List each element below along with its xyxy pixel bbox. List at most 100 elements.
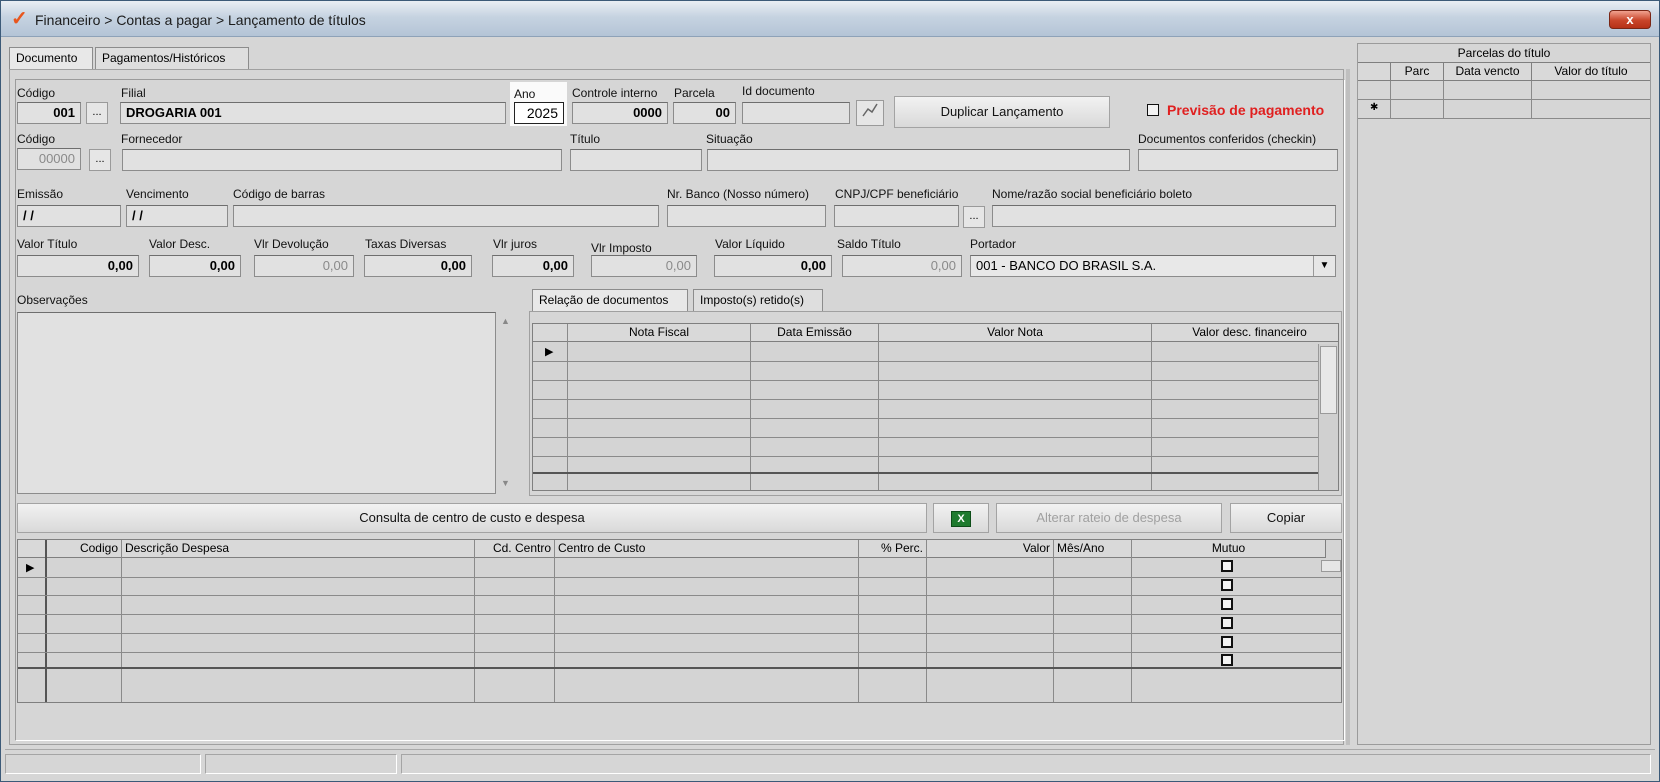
col-valor[interactable]: Valor	[927, 540, 1054, 558]
vlr-juros-field[interactable]: 0,00	[492, 255, 574, 277]
parcelas-title: Parcelas do título	[1358, 44, 1650, 63]
panel-scrollbar[interactable]	[1346, 69, 1350, 745]
tab-documento[interactable]: Documento	[9, 47, 93, 69]
mutuo-checkbox[interactable]	[1221, 636, 1233, 648]
row-pointer-icon: ▶	[545, 346, 554, 358]
vlr-devolucao-field[interactable]: 0,00	[254, 255, 354, 277]
parcela-field[interactable]: 00	[673, 102, 736, 124]
codigo-barras-field[interactable]	[233, 205, 659, 227]
filial-field[interactable]: DROGARIA 001	[120, 102, 506, 124]
documentos-grid: Nota Fiscal Data Emissão Valor Nota Valo…	[532, 323, 1339, 491]
col-valor-nota[interactable]: Valor Nota	[879, 324, 1152, 342]
beneficiario-lookup-button[interactable]: ...	[963, 206, 985, 228]
codigo-filial-label: Código	[17, 86, 56, 100]
taxas-diversas-field[interactable]: 0,00	[364, 255, 472, 277]
nome-beneficiario-label: Nome/razão social beneficiário boleto	[992, 187, 1193, 201]
main-window: ✓ Financeiro > Contas a pagar > Lançamen…	[0, 0, 1660, 782]
fornecedor-lookup-button[interactable]: ...	[89, 149, 111, 171]
status-segment	[5, 754, 201, 774]
duplicar-lancamento-button[interactable]: Duplicar Lançamento	[894, 96, 1110, 128]
parcelas-rows: ✱	[1358, 81, 1650, 119]
saldo-titulo-label: Saldo Título	[837, 237, 901, 251]
scroll-up-icon[interactable]: ▲	[501, 316, 510, 326]
controle-interno-field[interactable]: 0000	[572, 102, 668, 124]
valor-titulo-field[interactable]: 0,00	[17, 255, 139, 277]
fornecedor-field[interactable]	[122, 149, 562, 171]
col-valor-desc-financeiro[interactable]: Valor desc. financeiro	[1152, 324, 1338, 342]
status-segment	[205, 754, 397, 774]
mutuo-checkbox[interactable]	[1221, 560, 1233, 572]
portador-select[interactable]: 001 - BANCO DO BRASIL S.A.	[970, 255, 1336, 277]
previsao-label: Previsão de pagamento	[1167, 102, 1325, 118]
tab-relacao-documentos[interactable]: Relação de documentos	[532, 289, 688, 311]
col-mutuo[interactable]: Mutuo	[1132, 540, 1326, 558]
cnpj-label: CNPJ/CPF beneficiário	[835, 187, 959, 201]
controle-interno-label: Controle interno	[572, 86, 658, 100]
copiar-button[interactable]: Copiar	[1230, 503, 1342, 533]
col-data-emissao[interactable]: Data Emissão	[751, 324, 879, 342]
ano-field[interactable]: 2025	[514, 102, 564, 124]
col-parc[interactable]: Parc	[1391, 63, 1444, 81]
chart-icon-button[interactable]	[856, 100, 884, 126]
docs-conferidos-field[interactable]	[1138, 149, 1338, 171]
alterar-rateio-button[interactable]: Alterar rateio de despesa	[996, 503, 1222, 533]
valor-desc-field[interactable]: 0,00	[149, 255, 241, 277]
valor-liquido-label: Valor Líquido	[715, 237, 785, 251]
mutuo-checkbox[interactable]	[1221, 579, 1233, 591]
status-bar	[5, 749, 1655, 775]
grid-corner	[533, 324, 568, 342]
despesa-grid: Codigo Descrição Despesa Cd. Centro Cent…	[17, 539, 1342, 703]
codigo-fornecedor-field[interactable]: 00000	[17, 148, 81, 170]
row-pointer-icon: ▶	[26, 562, 35, 574]
titulo-field[interactable]	[570, 149, 702, 171]
situacao-field[interactable]	[707, 149, 1130, 171]
previsao-checkbox[interactable]	[1147, 104, 1159, 116]
codigo-fornecedor-label: Código	[17, 132, 56, 146]
vlr-imposto-field[interactable]: 0,00	[591, 255, 697, 277]
filial-lookup-button[interactable]: ...	[86, 102, 108, 124]
col-descricao-despesa[interactable]: Descrição Despesa	[122, 540, 475, 558]
col-codigo[interactable]: Codigo	[46, 540, 122, 558]
consulta-centro-button[interactable]: Consulta de centro de custo e despesa	[17, 503, 927, 533]
saldo-titulo-field[interactable]: 0,00	[842, 255, 962, 277]
mutuo-checkbox[interactable]	[1221, 617, 1233, 629]
close-button[interactable]: x	[1609, 10, 1651, 29]
ano-label: Ano	[514, 87, 536, 101]
tab-pagamentos[interactable]: Pagamentos/Históricos	[95, 47, 249, 69]
col-data-vencto[interactable]: Data vencto	[1444, 63, 1532, 81]
mutuo-checkbox[interactable]	[1221, 654, 1233, 666]
col-perc[interactable]: % Perc.	[859, 540, 927, 558]
situacao-label: Situação	[706, 132, 753, 146]
grid-scrollbar[interactable]	[1318, 344, 1338, 490]
excel-export-button[interactable]: X	[933, 503, 989, 533]
col-nota-fiscal[interactable]: Nota Fiscal	[568, 324, 751, 342]
nr-banco-field[interactable]	[667, 205, 826, 227]
grid-corner	[18, 540, 46, 558]
grid-corner	[1358, 63, 1391, 81]
emissao-field[interactable]: / /	[17, 205, 121, 227]
grid-scroll-thumb[interactable]	[1321, 560, 1341, 572]
cnpj-field[interactable]	[834, 205, 959, 227]
filial-label: Filial	[121, 86, 146, 100]
mutuo-checkbox[interactable]	[1221, 598, 1233, 610]
parcelas-header: Parc Data vencto Valor do título	[1358, 63, 1650, 81]
vencimento-field[interactable]: / /	[126, 205, 228, 227]
check-logo-icon: ✓	[11, 8, 28, 30]
emissao-label: Emissão	[17, 187, 64, 201]
col-centro-custo[interactable]: Centro de Custo	[555, 540, 859, 558]
nome-beneficiario-field[interactable]	[992, 205, 1336, 227]
excel-icon: X	[951, 511, 971, 527]
scroll-down-icon[interactable]: ▼	[501, 478, 510, 488]
col-mes-ano[interactable]: Mês/Ano	[1054, 540, 1132, 558]
scroll-thumb[interactable]	[1320, 346, 1337, 414]
tab-impostos-retidos[interactable]: Imposto(s) retido(s)	[693, 289, 823, 311]
chevron-down-icon[interactable]: ▼	[1313, 256, 1335, 276]
col-cd-centro[interactable]: Cd. Centro	[475, 540, 555, 558]
col-valor-titulo[interactable]: Valor do título	[1532, 63, 1650, 81]
portador-value: 001 - BANCO DO BRASIL S.A.	[976, 258, 1157, 273]
vlr-juros-label: Vlr juros	[493, 237, 538, 251]
id-documento-field[interactable]	[742, 102, 850, 124]
observacoes-field[interactable]	[17, 312, 496, 494]
codigo-filial-field[interactable]: 001	[17, 102, 81, 124]
valor-liquido-field[interactable]: 0,00	[714, 255, 832, 277]
